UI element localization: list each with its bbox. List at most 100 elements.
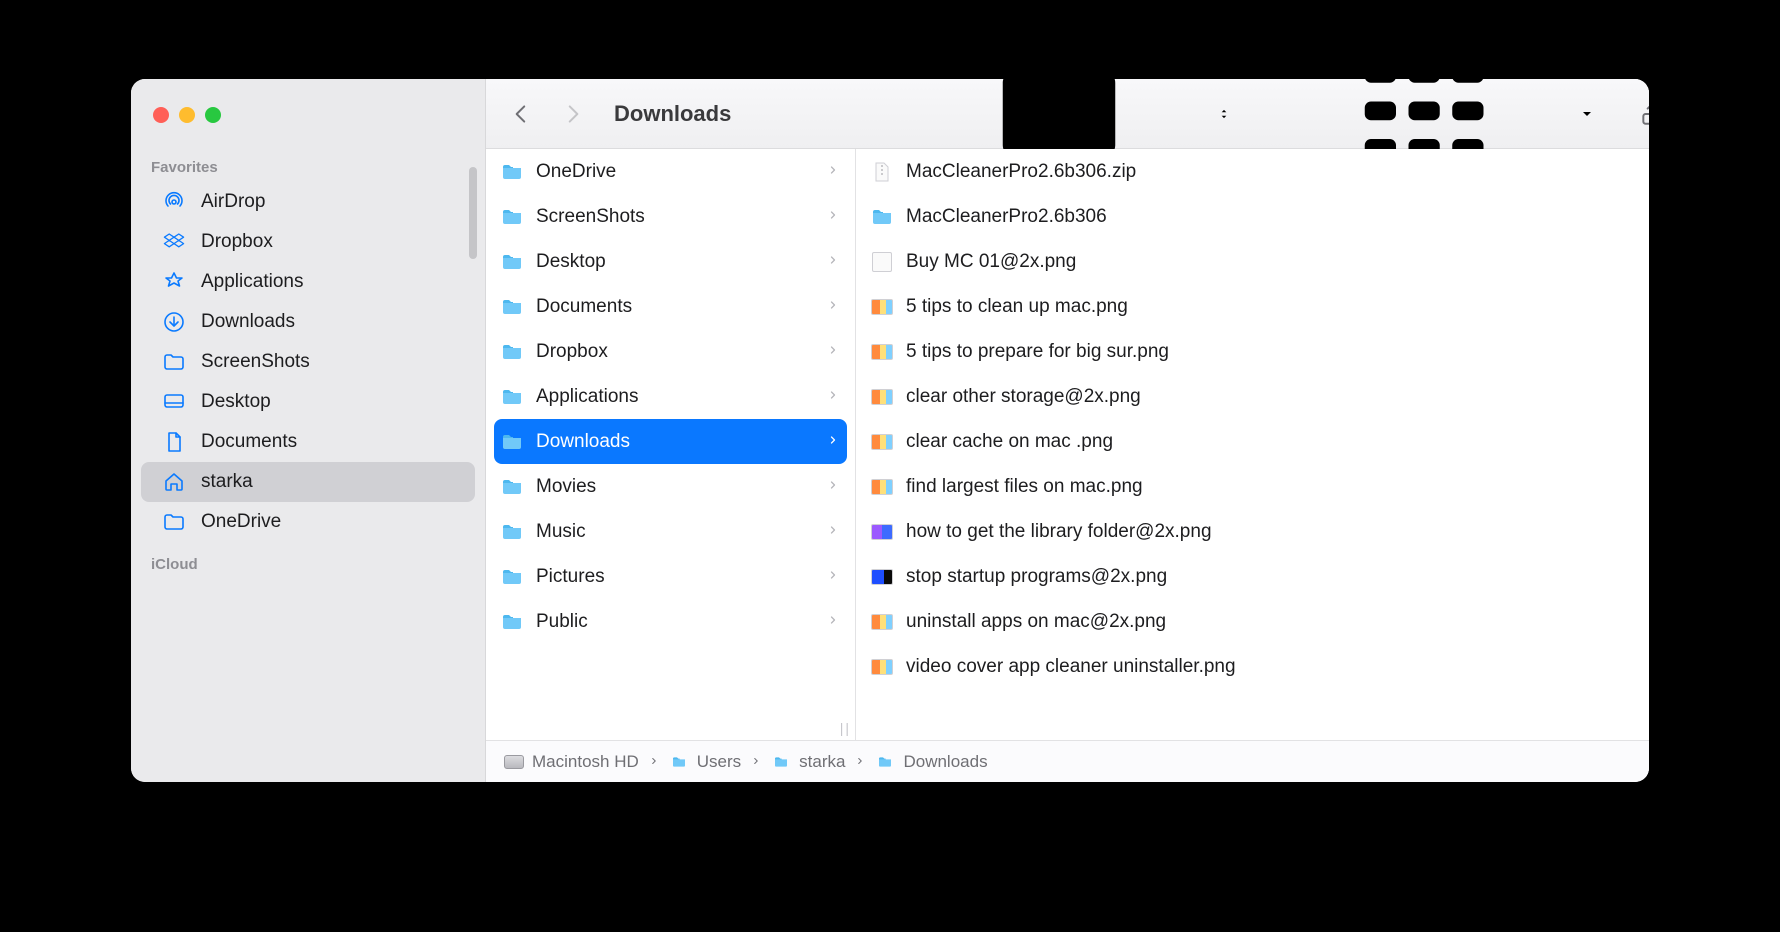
image-icon — [870, 340, 894, 364]
sidebar-item-desktop[interactable]: Desktop — [141, 382, 475, 422]
sidebar-scrollbar[interactable] — [469, 167, 477, 259]
image-icon — [870, 295, 894, 319]
sidebar-item-onedrive[interactable]: OneDrive — [141, 502, 475, 542]
column-resize-handle[interactable]: || — [840, 720, 851, 736]
folder-icon — [500, 610, 524, 634]
path-segment[interactable]: Downloads — [875, 752, 987, 772]
folder-icon — [161, 509, 187, 535]
image-icon — [870, 475, 894, 499]
file-row[interactable]: Music — [486, 509, 855, 554]
file-row[interactable]: Public — [486, 599, 855, 644]
file-name: Desktop — [536, 251, 815, 273]
file-row[interactable]: ScreenShots — [486, 194, 855, 239]
file-row[interactable]: Movies — [486, 464, 855, 509]
chevron-right-icon — [827, 566, 839, 588]
chevron-right-icon — [827, 161, 839, 183]
file-row[interactable]: Desktop — [486, 239, 855, 284]
sidebar-item-label: starka — [201, 471, 253, 493]
file-row[interactable]: 5 tips to prepare for big sur.png — [856, 329, 1649, 374]
folder-icon — [500, 295, 524, 319]
file-row[interactable]: Pictures — [486, 554, 855, 599]
path-segment[interactable]: starka — [771, 752, 845, 772]
folder-icon — [875, 754, 895, 770]
airdrop-icon — [161, 189, 187, 215]
file-name: clear other storage@2x.png — [906, 386, 1649, 408]
column-browser: OneDrive ScreenShots Desktop Documents Dropb… — [486, 149, 1649, 740]
folder-icon — [500, 385, 524, 409]
chevron-right-icon — [827, 431, 839, 453]
sidebar-item-screenshots[interactable]: ScreenShots — [141, 342, 475, 382]
nav-back-button[interactable] — [504, 97, 538, 131]
share-button[interactable] — [1635, 97, 1649, 131]
chevron-right-icon — [827, 251, 839, 273]
minimize-window-button[interactable] — [179, 107, 195, 123]
file-name: ScreenShots — [536, 206, 815, 228]
file-name: Music — [536, 521, 815, 543]
file-row[interactable]: uninstall apps on mac@2x.png — [856, 599, 1649, 644]
file-row[interactable]: stop startup programs@2x.png — [856, 554, 1649, 599]
file-row[interactable]: clear other storage@2x.png — [856, 374, 1649, 419]
file-name: 5 tips to clean up mac.png — [906, 296, 1649, 318]
file-row[interactable]: MacCleanerPro2.6b306 — [856, 194, 1649, 239]
toolbar: Downloads — [486, 79, 1649, 149]
file-row[interactable]: find largest files on mac.png — [856, 464, 1649, 509]
folder-icon — [500, 250, 524, 274]
folder-icon — [771, 754, 791, 770]
chevron-right-icon — [827, 296, 839, 318]
file-row[interactable]: Dropbox — [486, 329, 855, 374]
image-icon — [870, 385, 894, 409]
chevron-right-icon — [827, 341, 839, 363]
file-row[interactable]: Buy MC 01@2x.png — [856, 239, 1649, 284]
file-name: Buy MC 01@2x.png — [906, 251, 1649, 273]
file-name: Dropbox — [536, 341, 815, 363]
chevron-right-icon — [560, 101, 586, 127]
sidebar-section-label: Favorites — [131, 145, 485, 182]
sidebar-item-downloads[interactable]: Downloads — [141, 302, 475, 342]
file-row[interactable]: Downloads — [494, 419, 847, 464]
chevron-right-icon — [827, 386, 839, 408]
file-row[interactable]: OneDrive — [486, 149, 855, 194]
file-row[interactable]: 5 tips to clean up mac.png — [856, 284, 1649, 329]
file-row[interactable]: Applications — [486, 374, 855, 419]
nav-forward-button[interactable] — [556, 97, 590, 131]
file-row[interactable]: how to get the library folder@2x.png — [856, 509, 1649, 554]
folder-icon — [500, 430, 524, 454]
file-row[interactable]: clear cache on mac .png — [856, 419, 1649, 464]
sidebar-item-label: Dropbox — [201, 231, 273, 253]
file-name: MacCleanerPro2.6b306 — [906, 206, 1649, 228]
image-icon — [870, 520, 894, 544]
column-1: MacCleanerPro2.6b306.zip MacCleanerPro2.6… — [856, 149, 1649, 740]
sidebar-item-starka[interactable]: starka — [141, 462, 475, 502]
zip-icon — [870, 160, 894, 184]
harddrive-icon — [504, 755, 524, 769]
path-segment[interactable]: Macintosh HD — [504, 752, 639, 772]
desktop-icon — [161, 389, 187, 415]
column-0: OneDrive ScreenShots Desktop Documents Dropb… — [486, 149, 856, 740]
chevron-right-icon — [827, 206, 839, 228]
sidebar-item-airdrop[interactable]: AirDrop — [141, 182, 475, 222]
file-name: Downloads — [536, 431, 815, 453]
image-icon — [870, 565, 894, 589]
close-window-button[interactable] — [153, 107, 169, 123]
zoom-window-button[interactable] — [205, 107, 221, 123]
file-name: 5 tips to prepare for big sur.png — [906, 341, 1649, 363]
sidebar-item-documents[interactable]: Documents — [141, 422, 475, 462]
file-row[interactable]: Documents — [486, 284, 855, 329]
dropbox-icon — [161, 229, 187, 255]
folder-icon — [669, 754, 689, 770]
file-row[interactable]: MacCleanerPro2.6b306.zip — [856, 149, 1649, 194]
file-name: video cover app cleaner uninstaller.png — [906, 656, 1649, 678]
chevron-left-icon — [508, 101, 534, 127]
folder-icon — [500, 520, 524, 544]
path-label: starka — [799, 752, 845, 772]
file-row[interactable]: video cover app cleaner uninstaller.png — [856, 644, 1649, 689]
image-icon — [870, 430, 894, 454]
sidebar-item-dropbox[interactable]: Dropbox — [141, 222, 475, 262]
chevron-down-icon — [1579, 106, 1595, 122]
finder-window: FavoritesAirDropDropboxApplicationsDownl… — [131, 79, 1649, 782]
sidebar-item-applications[interactable]: Applications — [141, 262, 475, 302]
main-panel: Downloads — [486, 79, 1649, 782]
path-segment[interactable]: Users — [669, 752, 741, 772]
window-title: Downloads — [614, 101, 731, 127]
file-name: find largest files on mac.png — [906, 476, 1649, 498]
